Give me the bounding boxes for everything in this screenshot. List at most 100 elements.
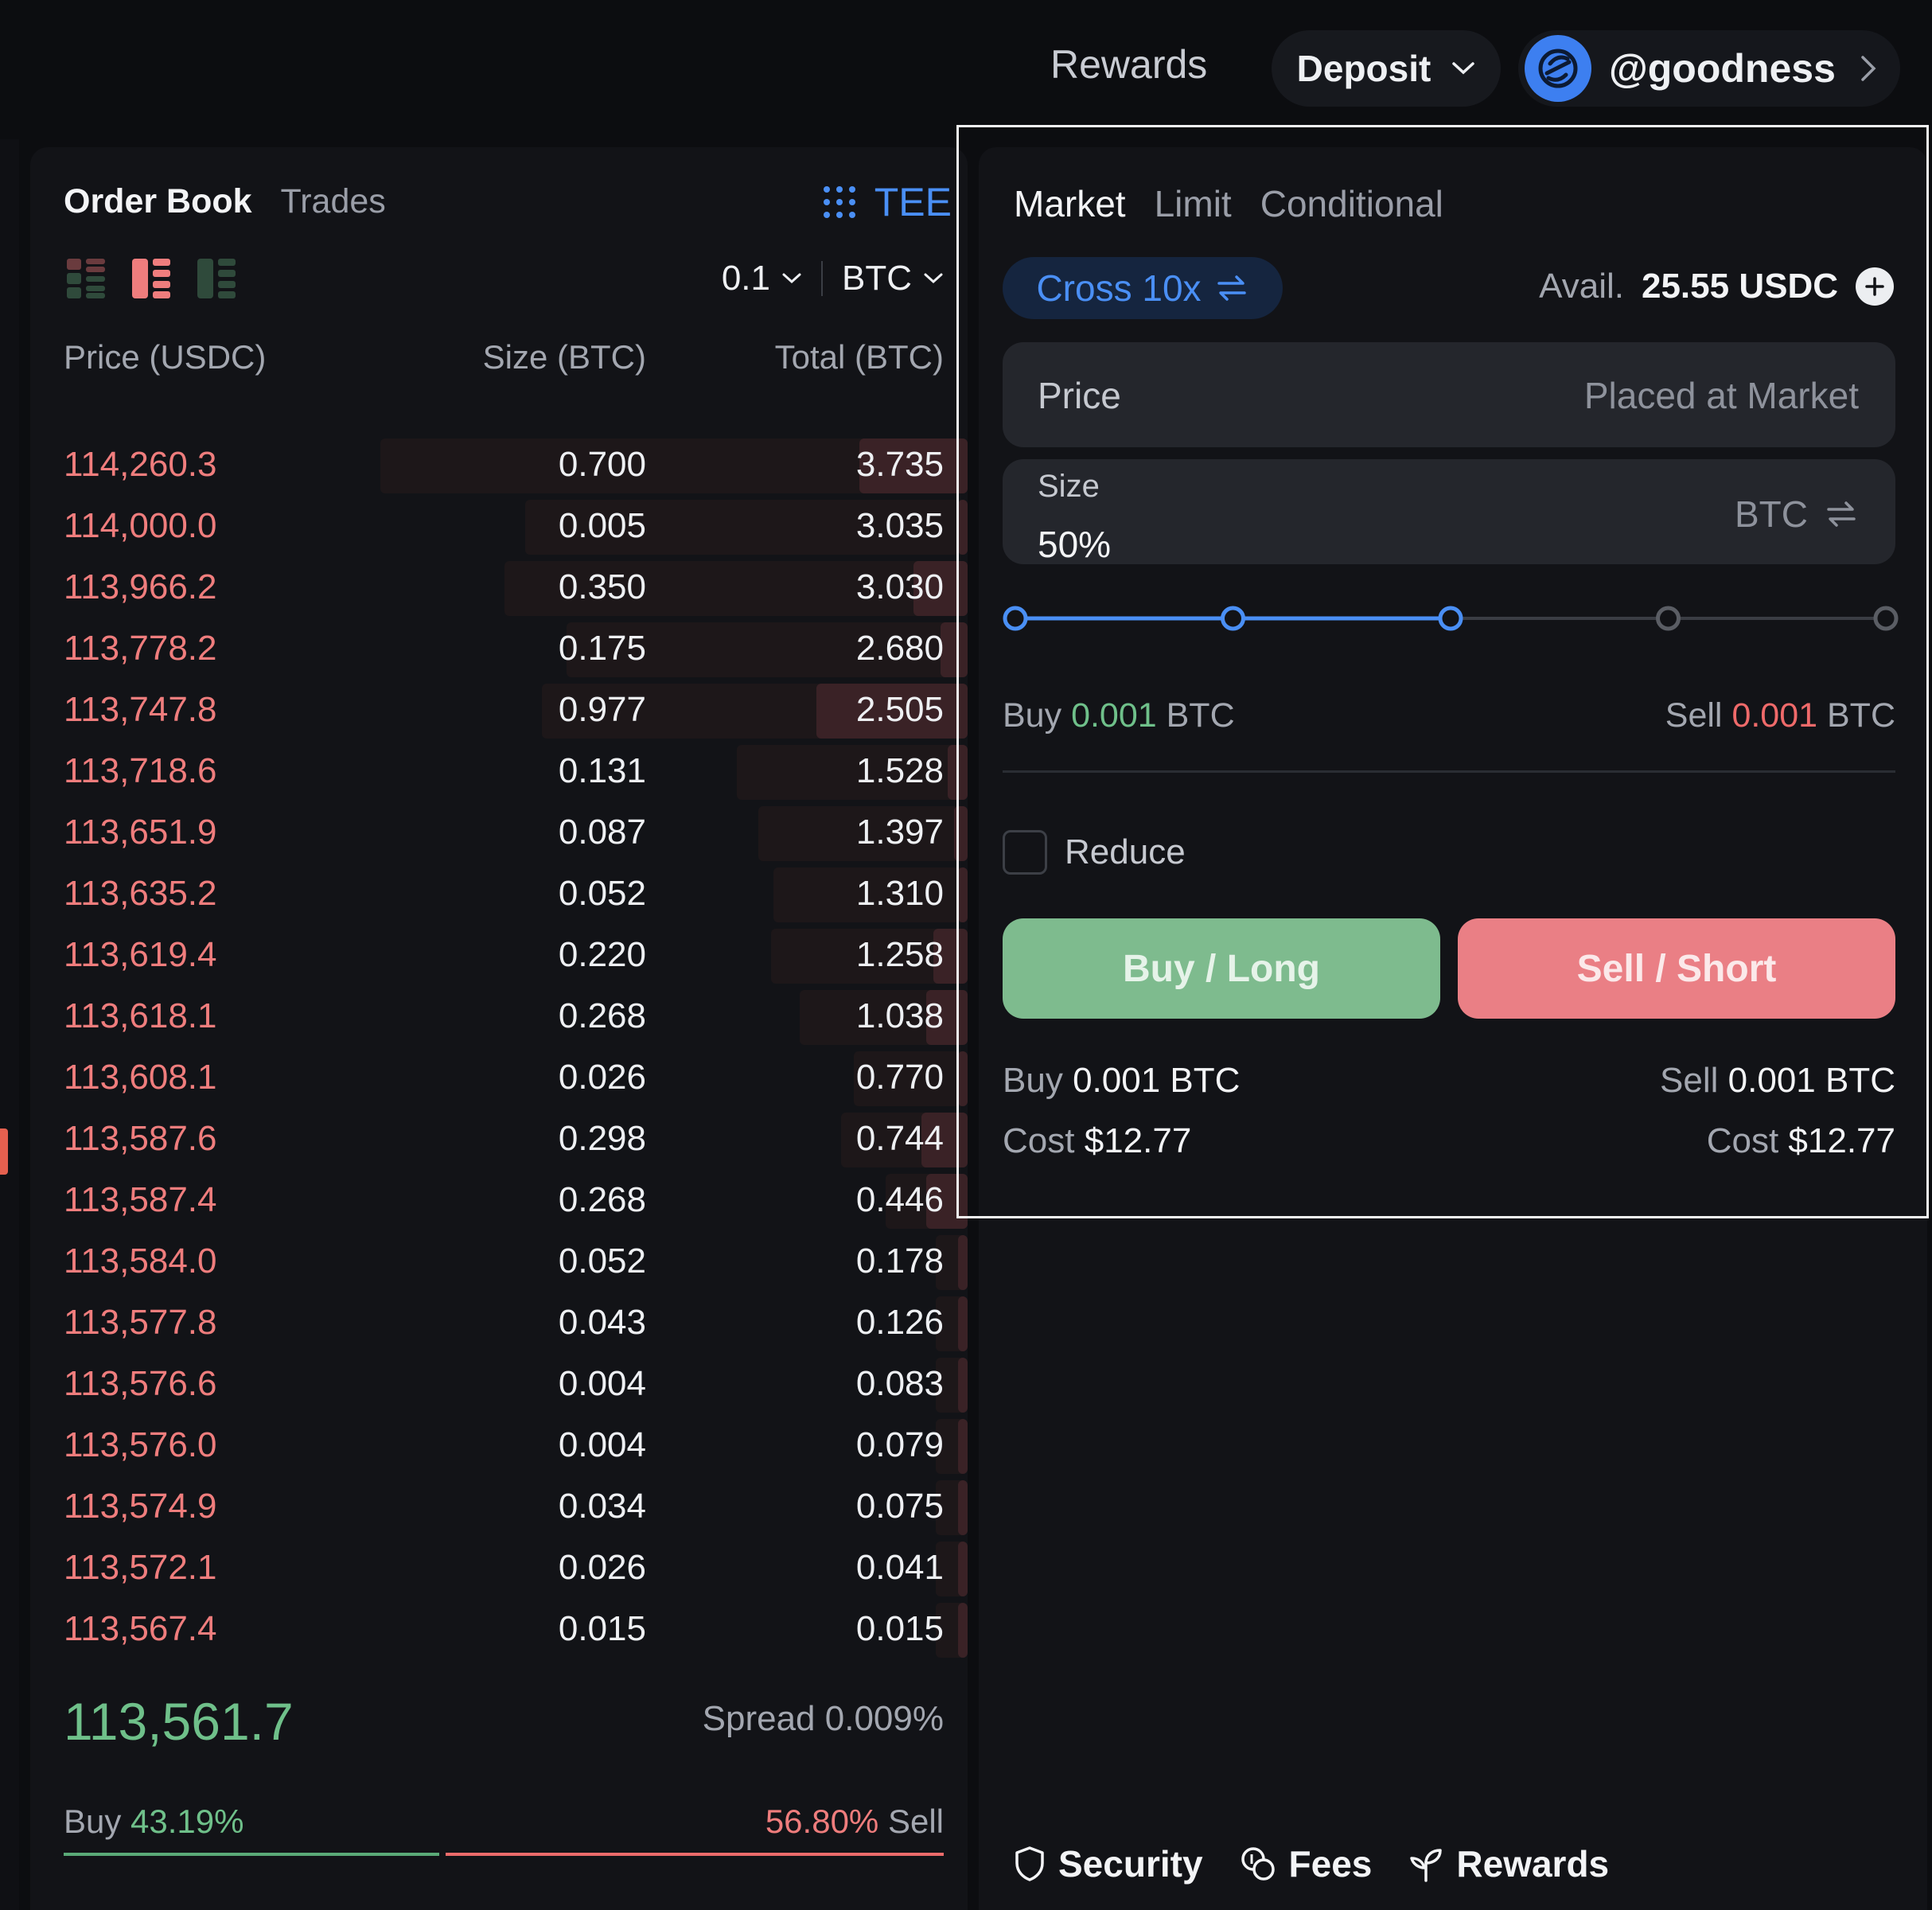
view-both-icon[interactable] (67, 259, 105, 298)
ask-row[interactable]: 113,576.6 0.004 0.083 (30, 1355, 968, 1416)
ask-total: 0.079 (855, 1425, 944, 1464)
ask-row[interactable]: 113,576.0 0.004 0.079 (30, 1416, 968, 1477)
left-sidebar-indicator (0, 1128, 8, 1175)
ask-price: 114,000.0 (64, 506, 217, 545)
deposit-button[interactable]: Deposit (1272, 30, 1501, 107)
size-level-bar (958, 1235, 968, 1290)
tee-badge[interactable]: TEE (822, 179, 952, 225)
tab-trades[interactable]: Trades (281, 182, 386, 221)
ask-price: 114,260.3 (64, 445, 217, 484)
asset-unit-select[interactable]: BTC (842, 259, 944, 298)
view-asks-icon[interactable] (132, 259, 170, 298)
ask-size: 0.350 (558, 567, 646, 606)
ask-total: 1.528 (855, 751, 944, 790)
ask-row[interactable]: 113,651.9 0.087 1.397 (30, 803, 968, 864)
ask-row[interactable]: 113,718.6 0.131 1.528 (30, 742, 968, 803)
ask-price: 113,567.4 (64, 1609, 217, 1648)
ask-row[interactable]: 113,618.1 0.268 1.038 (30, 987, 968, 1048)
footer-links: Security Fees Rewards (1014, 1842, 1609, 1885)
user-logo-icon (1538, 49, 1578, 88)
buy-ratio-label: Buy (64, 1803, 122, 1840)
ask-size: 0.268 (558, 996, 646, 1035)
chevron-down-icon (924, 273, 943, 284)
ask-row[interactable]: 114,000.0 0.005 3.035 (30, 497, 968, 558)
spread-indicator: Spread 0.009% (703, 1699, 944, 1739)
ask-row[interactable]: 113,608.1 0.026 0.770 (30, 1048, 968, 1109)
ask-row[interactable]: 113,966.2 0.350 3.030 (30, 558, 968, 619)
fees-link[interactable]: Fees (1240, 1842, 1372, 1885)
size-level-bar (958, 1603, 968, 1658)
ask-rows: 114,260.3 0.700 3.735 114,000.0 0.005 3.035 11… (30, 435, 968, 1661)
ask-size: 0.131 (558, 751, 646, 790)
ask-size: 0.087 (558, 813, 646, 852)
total-column-header: Total (BTC) (774, 338, 944, 376)
focus-highlight-frame (956, 125, 1929, 1218)
ask-size: 0.700 (558, 445, 646, 484)
ask-row[interactable]: 113,635.2 0.052 1.310 (30, 864, 968, 926)
ask-row[interactable]: 113,574.9 0.034 0.075 (30, 1477, 968, 1538)
ask-row[interactable]: 113,587.6 0.298 0.744 (30, 1109, 968, 1171)
ask-size: 0.004 (558, 1425, 646, 1464)
sell-ratio-label: Sell (887, 1803, 944, 1840)
ask-total: 3.030 (855, 567, 944, 606)
ask-total: 2.680 (855, 629, 944, 668)
rewards-link[interactable]: Rewards (1050, 41, 1207, 88)
ask-price: 113,587.6 (64, 1119, 217, 1158)
ask-price: 113,608.1 (64, 1058, 217, 1097)
ask-total: 0.744 (855, 1119, 944, 1158)
ask-size: 0.175 (558, 629, 646, 668)
ask-size: 0.034 (558, 1487, 646, 1526)
tick-size-select[interactable]: 0.1 (722, 259, 802, 298)
ask-size: 0.268 (558, 1180, 646, 1219)
ask-size: 0.005 (558, 506, 646, 545)
username: @goodness (1609, 46, 1836, 91)
spread-label: Spread (702, 1699, 816, 1738)
user-menu-button[interactable]: @goodness (1518, 30, 1900, 107)
ask-size: 0.015 (558, 1609, 646, 1648)
sell-ratio: 56.80% Sell (765, 1803, 944, 1841)
grid-dots-icon (823, 186, 855, 218)
ask-row[interactable]: 113,572.1 0.026 0.041 (30, 1538, 968, 1600)
rewards-footer-link[interactable]: Rewards (1408, 1842, 1609, 1885)
ask-total: 0.178 (855, 1242, 944, 1280)
ask-price: 113,584.0 (64, 1242, 217, 1280)
ask-row[interactable]: 113,577.8 0.043 0.126 (30, 1293, 968, 1355)
ask-price: 113,778.2 (64, 629, 217, 668)
ask-total: 3.735 (855, 445, 944, 484)
ask-price: 113,635.2 (64, 874, 217, 913)
ask-price: 113,576.0 (64, 1425, 217, 1464)
ask-price: 113,618.1 (64, 996, 217, 1035)
view-bids-icon[interactable] (197, 259, 236, 298)
top-bar: Rewards Deposit @goodness (0, 0, 1932, 135)
ask-size: 0.043 (558, 1303, 646, 1342)
ask-total: 0.041 (855, 1548, 944, 1587)
ask-total: 1.258 (855, 935, 944, 974)
ask-row[interactable]: 114,260.3 0.700 3.735 (30, 435, 968, 497)
ask-total: 0.015 (855, 1609, 944, 1648)
ask-size: 0.026 (558, 1058, 646, 1097)
rewards-footer-label: Rewards (1456, 1843, 1610, 1885)
security-link[interactable]: Security (1014, 1842, 1203, 1885)
tab-order-book[interactable]: Order Book (64, 182, 252, 221)
ask-price: 113,619.4 (64, 935, 217, 974)
ask-row[interactable]: 113,778.2 0.175 2.680 (30, 619, 968, 680)
ask-price: 113,966.2 (64, 567, 217, 606)
ask-total: 2.505 (855, 690, 944, 729)
ask-row[interactable]: 113,619.4 0.220 1.258 (30, 926, 968, 987)
buy-ratio-bar (64, 1853, 439, 1856)
ask-row[interactable]: 113,567.4 0.015 0.015 (30, 1600, 968, 1661)
price-column-header: Price (USDC) (64, 338, 267, 376)
size-level-bar (958, 1358, 968, 1413)
ask-total: 3.035 (855, 506, 944, 545)
coins-icon (1241, 1847, 1275, 1881)
ask-row[interactable]: 113,587.4 0.268 0.446 (30, 1171, 968, 1232)
chevron-right-icon (1861, 56, 1876, 81)
ask-row[interactable]: 113,747.8 0.977 2.505 (30, 680, 968, 742)
ask-size: 0.298 (558, 1119, 646, 1158)
deposit-label: Deposit (1296, 48, 1431, 89)
ask-row[interactable]: 113,584.0 0.052 0.178 (30, 1232, 968, 1293)
tee-label: TEE (874, 180, 952, 224)
ask-price: 113,576.6 (64, 1364, 217, 1403)
shield-icon (1015, 1846, 1044, 1881)
ask-total: 1.397 (855, 813, 944, 852)
